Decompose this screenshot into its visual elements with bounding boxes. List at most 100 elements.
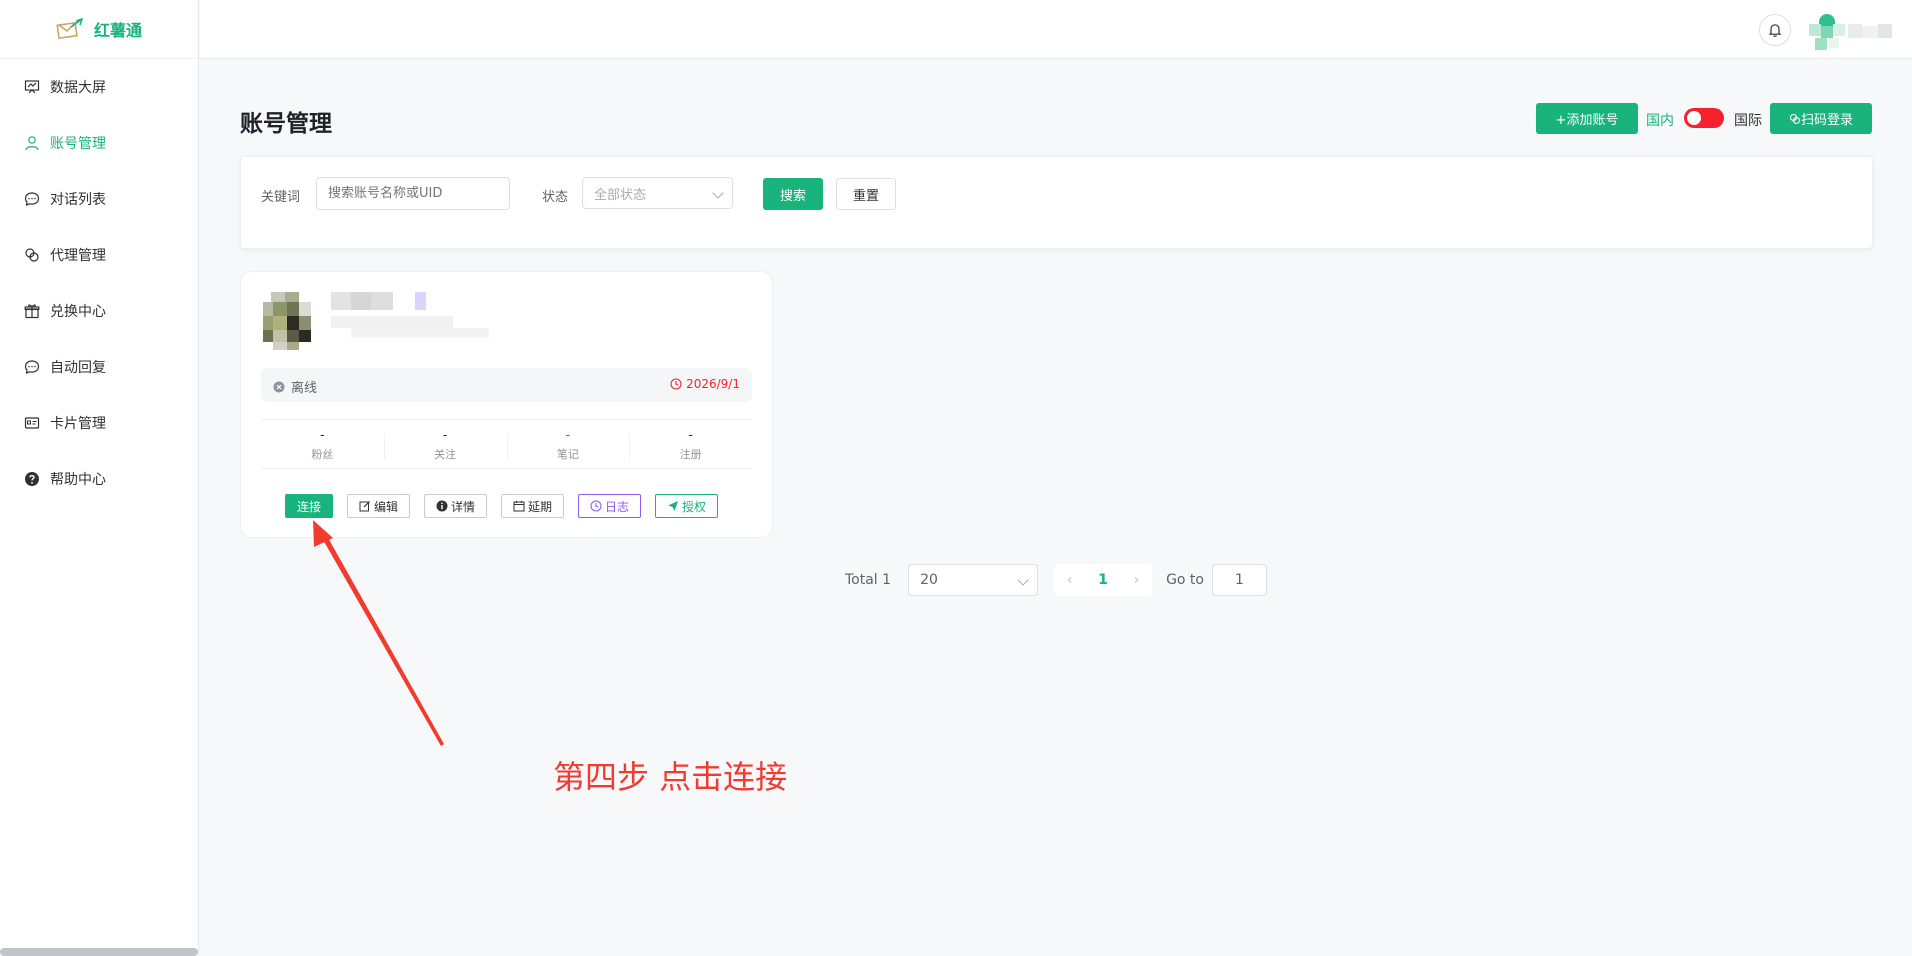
log-button[interactable]: 日志 xyxy=(578,494,641,518)
envelope-logo-icon xyxy=(56,18,84,40)
detail-label: 详情 xyxy=(450,499,475,514)
extend-button[interactable]: 延期 xyxy=(501,494,564,518)
region-toggle[interactable] xyxy=(1684,108,1724,128)
sidebar-item-label: 兑换中心 xyxy=(50,304,106,320)
authorize-label: 授权 xyxy=(681,499,706,514)
goto-page-input[interactable]: 1 xyxy=(1211,564,1267,596)
account-status-bar: 离线 2026/9/1 xyxy=(261,368,752,402)
reply-icon xyxy=(24,360,40,374)
account-actions: 连接 编辑 详情 延期 日志 授权 xyxy=(285,494,718,518)
account-name-redacted xyxy=(331,292,451,310)
status-label: 状态 xyxy=(542,190,569,205)
link-icon xyxy=(1789,113,1801,124)
sidebar-item-cards[interactable]: 卡片管理 xyxy=(0,395,198,451)
chevron-down-icon xyxy=(712,187,724,199)
chevron-right-icon[interactable]: › xyxy=(1134,572,1140,588)
help-icon xyxy=(25,472,39,486)
sidebar-item-label: 帮助中心 xyxy=(50,472,106,488)
clock-icon xyxy=(670,378,682,390)
stat-label: 笔记 xyxy=(556,448,579,461)
send-icon xyxy=(667,501,678,511)
page-size-value: 20 xyxy=(920,572,938,588)
stat-label: 注册 xyxy=(679,448,702,461)
sidebar-item-dashboard[interactable]: 数据大屏 xyxy=(0,59,198,115)
page-number-current[interactable]: 1 xyxy=(1098,572,1108,588)
user-avatar[interactable] xyxy=(1809,14,1845,50)
status-select[interactable]: 全部状态 xyxy=(582,177,733,209)
edit-button[interactable]: 编辑 xyxy=(347,494,410,518)
arrow-shaft xyxy=(322,536,444,746)
keyword-input[interactable] xyxy=(316,177,510,210)
stat-label: 粉丝 xyxy=(311,448,334,461)
chevron-left-icon[interactable]: ‹ xyxy=(1067,572,1073,588)
username-redacted xyxy=(1848,24,1892,38)
scan-login-button[interactable]: 扫码登录 xyxy=(1770,103,1872,134)
top-header xyxy=(200,0,1912,59)
sidebar-item-label: 账号管理 xyxy=(50,136,106,152)
bell-icon xyxy=(1768,24,1782,37)
annotation-text: 第四步 点击连接 xyxy=(553,758,788,796)
extend-label: 延期 xyxy=(527,499,552,514)
offline-icon xyxy=(273,381,285,392)
info-icon xyxy=(436,500,448,512)
status-select-value: 全部状态 xyxy=(594,187,647,203)
sidebar-item-proxies[interactable]: 代理管理 xyxy=(0,227,198,283)
stat-registered: - 注册 xyxy=(629,420,752,468)
app-name: 红薯通 xyxy=(93,21,142,40)
account-avatar-redacted xyxy=(263,292,319,350)
account-stats: - 粉丝 - 关注 - 笔记 - 注册 xyxy=(261,419,752,469)
stat-notes: - 笔记 xyxy=(506,420,630,468)
expire-date-text: 2026/9/1 xyxy=(686,377,740,391)
reset-button[interactable]: 重置 xyxy=(836,178,896,210)
stat-value: - xyxy=(320,428,325,443)
clock-icon xyxy=(590,500,602,512)
sidebar-item-help[interactable]: 帮助中心 xyxy=(0,451,198,507)
search-button[interactable]: 搜索 xyxy=(763,178,823,210)
sidebar-item-label: 代理管理 xyxy=(50,248,106,264)
chat-icon xyxy=(24,192,40,206)
detail-button[interactable]: 详情 xyxy=(424,494,487,518)
log-label: 日志 xyxy=(604,499,629,514)
pagination: Total 1 20 ‹ 1 › Go to 1 xyxy=(845,564,1267,596)
region-domestic-label: 国内 xyxy=(1646,113,1674,129)
expire-date: 2026/9/1 xyxy=(670,377,740,391)
sidebar-item-label: 卡片管理 xyxy=(50,416,106,432)
stat-following: - 关注 xyxy=(383,420,507,468)
card-icon xyxy=(24,417,40,429)
sidebar-item-redeem[interactable]: 兑换中心 xyxy=(0,283,198,339)
sidebar-item-chats[interactable]: 对话列表 xyxy=(0,171,198,227)
sidebar-menu: 数据大屏 账号管理 对话列表 代理管理 兑换中心 自动回复 卡片管理 帮助中心 xyxy=(0,59,198,507)
keyword-label: 关键词 xyxy=(261,190,301,205)
goto-label: Go to xyxy=(1166,572,1204,588)
notification-button[interactable] xyxy=(1759,14,1791,46)
sidebar-scrollbar[interactable] xyxy=(0,948,198,956)
chevron-down-icon xyxy=(1017,574,1029,586)
sidebar-item-label: 对话列表 xyxy=(50,192,106,208)
stat-fans: - 粉丝 xyxy=(261,420,384,468)
connection-status: 离线 xyxy=(273,377,317,396)
connect-button[interactable]: 连接 xyxy=(285,494,333,518)
sidebar: 红薯通 数据大屏 账号管理 对话列表 代理管理 兑换中心 自动回复 卡片管理 帮… xyxy=(0,0,199,956)
sidebar-item-auto-reply[interactable]: 自动回复 xyxy=(0,339,198,395)
status-text: 离线 xyxy=(291,381,318,396)
stat-value: - xyxy=(565,428,571,443)
stat-label: 关注 xyxy=(434,448,457,461)
region-international-label: 国际 xyxy=(1734,113,1762,129)
sidebar-item-accounts[interactable]: 账号管理 xyxy=(0,115,198,171)
user-icon xyxy=(25,136,39,151)
gift-icon xyxy=(24,304,40,319)
filter-panel: 关键词 状态 全部状态 搜索 重置 xyxy=(240,156,1873,249)
toggle-knob xyxy=(1687,111,1701,125)
dashboard-icon xyxy=(24,80,40,94)
edit-label: 编辑 xyxy=(373,499,398,514)
link-icon xyxy=(25,248,39,262)
page-size-select[interactable]: 20 xyxy=(908,564,1039,596)
pagination-total: Total 1 xyxy=(845,572,892,588)
app-logo[interactable]: 红薯通 xyxy=(0,0,198,59)
scan-login-label: 扫码登录 xyxy=(1800,113,1853,128)
add-account-button[interactable]: +添加账号 xyxy=(1536,103,1638,134)
stat-value: - xyxy=(442,428,448,443)
sidebar-item-label: 自动回复 xyxy=(50,360,106,376)
authorize-button[interactable]: 授权 xyxy=(655,494,718,518)
account-card: 离线 2026/9/1 - 粉丝 - 关注 - 笔记 - 注册 连接 编辑 详情… xyxy=(240,271,773,538)
